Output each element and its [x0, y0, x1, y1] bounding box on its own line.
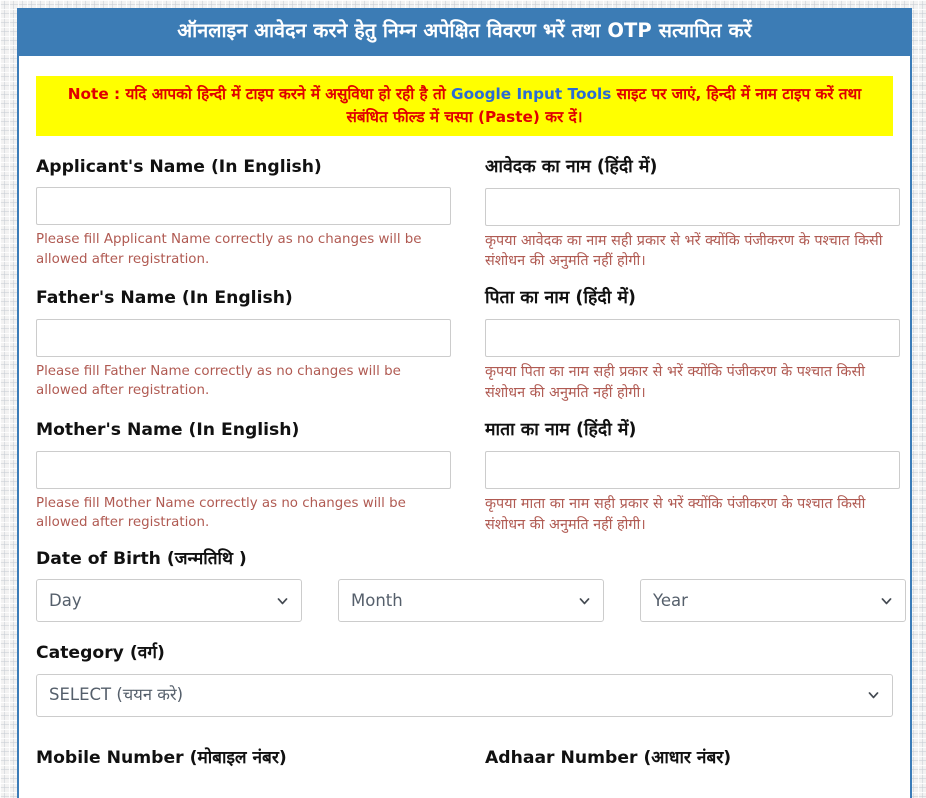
- row-mobile-adhaar: Mobile Number (मोबाइल नंबर) Adhaar Numbe…: [36, 747, 893, 778]
- applicant-name-hindi-help: कृपया आवेदक का नाम सही प्रकार से भरें क्…: [485, 232, 883, 270]
- mobile-number-label: Mobile Number (मोबाइल नंबर): [36, 747, 287, 768]
- field-date-of-birth: Date of Birth (जन्मतिथि ) Day Month Year: [36, 548, 906, 623]
- field-mother-name-hindi: माता का नाम (हिंदी में) कृपया माता का ना…: [485, 419, 900, 535]
- mother-name-english-input[interactable]: [36, 450, 451, 489]
- category-select[interactable]: SELECT (चयन करे): [36, 673, 893, 717]
- row-father-name: Father's Name (In English) Please fill F…: [36, 287, 900, 419]
- mother-name-hindi-input[interactable]: [485, 451, 900, 490]
- dob-month-selected-value: Month: [351, 590, 403, 610]
- father-name-english-input[interactable]: [36, 318, 451, 357]
- applicant-name-hindi-input[interactable]: [485, 187, 900, 226]
- field-father-name-hindi: पिता का नाम (हिंदी में) कृपया पिता का ना…: [485, 287, 900, 403]
- dob-day-select[interactable]: Day: [36, 579, 302, 623]
- dob-month-select[interactable]: Month: [338, 579, 604, 623]
- dob-year-select[interactable]: Year: [640, 579, 906, 623]
- page-title: ऑनलाइन आवेदन करने हेतु निम्न अपेक्षित वि…: [19, 8, 910, 57]
- dob-year-selected-value: Year: [653, 590, 688, 610]
- row-applicant-name: Applicant's Name (In English) Please fil…: [36, 156, 900, 288]
- category-selected-value: SELECT (चयन करे): [49, 685, 184, 705]
- category-label: Category (वर्ग): [36, 643, 165, 664]
- field-adhaar-number: Adhaar Number (आधार नंबर): [485, 747, 900, 778]
- father-name-english-label: Father's Name (In English): [36, 288, 293, 309]
- father-name-hindi-input[interactable]: [485, 319, 900, 358]
- father-name-hindi-label: पिता का नाम (हिंदी में): [485, 288, 636, 309]
- google-input-tools-link[interactable]: Google Input Tools: [451, 85, 611, 103]
- field-applicant-name-english: Applicant's Name (In English) Please fil…: [36, 156, 451, 272]
- row-mother-name: Mother's Name (In English) Please fill M…: [36, 419, 900, 548]
- dob-year-wrapper: Year: [640, 579, 906, 623]
- form-body: Applicant's Name (In English) Please fil…: [19, 136, 910, 788]
- dob-day-selected-value: Day: [49, 590, 82, 610]
- date-of-birth-label: Date of Birth (जन्मतिथि ): [36, 549, 247, 570]
- field-category: Category (वर्ग) SELECT (चयन करे): [36, 642, 893, 717]
- field-mother-name-english: Mother's Name (In English) Please fill M…: [36, 419, 451, 535]
- applicant-name-hindi-label: आवेदक का नाम (हिंदी में): [485, 156, 658, 177]
- category-select-wrapper: SELECT (चयन करे): [36, 673, 893, 717]
- adhaar-number-label: Adhaar Number (आधार नंबर): [485, 747, 732, 768]
- dob-month-wrapper: Month: [338, 579, 604, 623]
- mother-name-english-label: Mother's Name (In English): [36, 420, 300, 441]
- dob-day-wrapper: Day: [36, 579, 302, 623]
- mother-name-hindi-help: कृपया माता का नाम सही प्रकार से भरें क्य…: [485, 496, 866, 533]
- note-container: Note : यदि आपको हिन्दी में टाइप करने में…: [19, 56, 910, 136]
- applicant-name-english-label: Applicant's Name (In English): [36, 156, 322, 177]
- field-applicant-name-hindi: आवेदक का नाम (हिंदी में) कृपया आवेदक का …: [485, 156, 900, 272]
- mother-name-hindi-label: माता का नाम (हिंदी में): [485, 420, 637, 441]
- father-name-hindi-help: कृपया पिता का नाम सही प्रकार से भरें क्य…: [485, 364, 865, 401]
- field-mobile-number: Mobile Number (मोबाइल नंबर): [36, 747, 451, 778]
- note-banner: Note : यदि आपको हिन्दी में टाइप करने में…: [36, 76, 893, 136]
- father-name-english-help: Please fill Father Name correctly as no …: [36, 363, 401, 399]
- note-prefix-text: Note : यदि आपको हिन्दी में टाइप करने में…: [67, 85, 452, 104]
- mother-name-english-help: Please fill Mother Name correctly as no …: [36, 495, 406, 531]
- date-of-birth-selectors: Day Month Year: [36, 579, 906, 623]
- application-form-card: ऑनलाइन आवेदन करने हेतु निम्न अपेक्षित वि…: [17, 8, 912, 798]
- applicant-name-english-help: Please fill Applicant Name correctly as …: [36, 232, 422, 267]
- applicant-name-english-input[interactable]: [36, 187, 451, 226]
- field-father-name-english: Father's Name (In English) Please fill F…: [36, 287, 451, 403]
